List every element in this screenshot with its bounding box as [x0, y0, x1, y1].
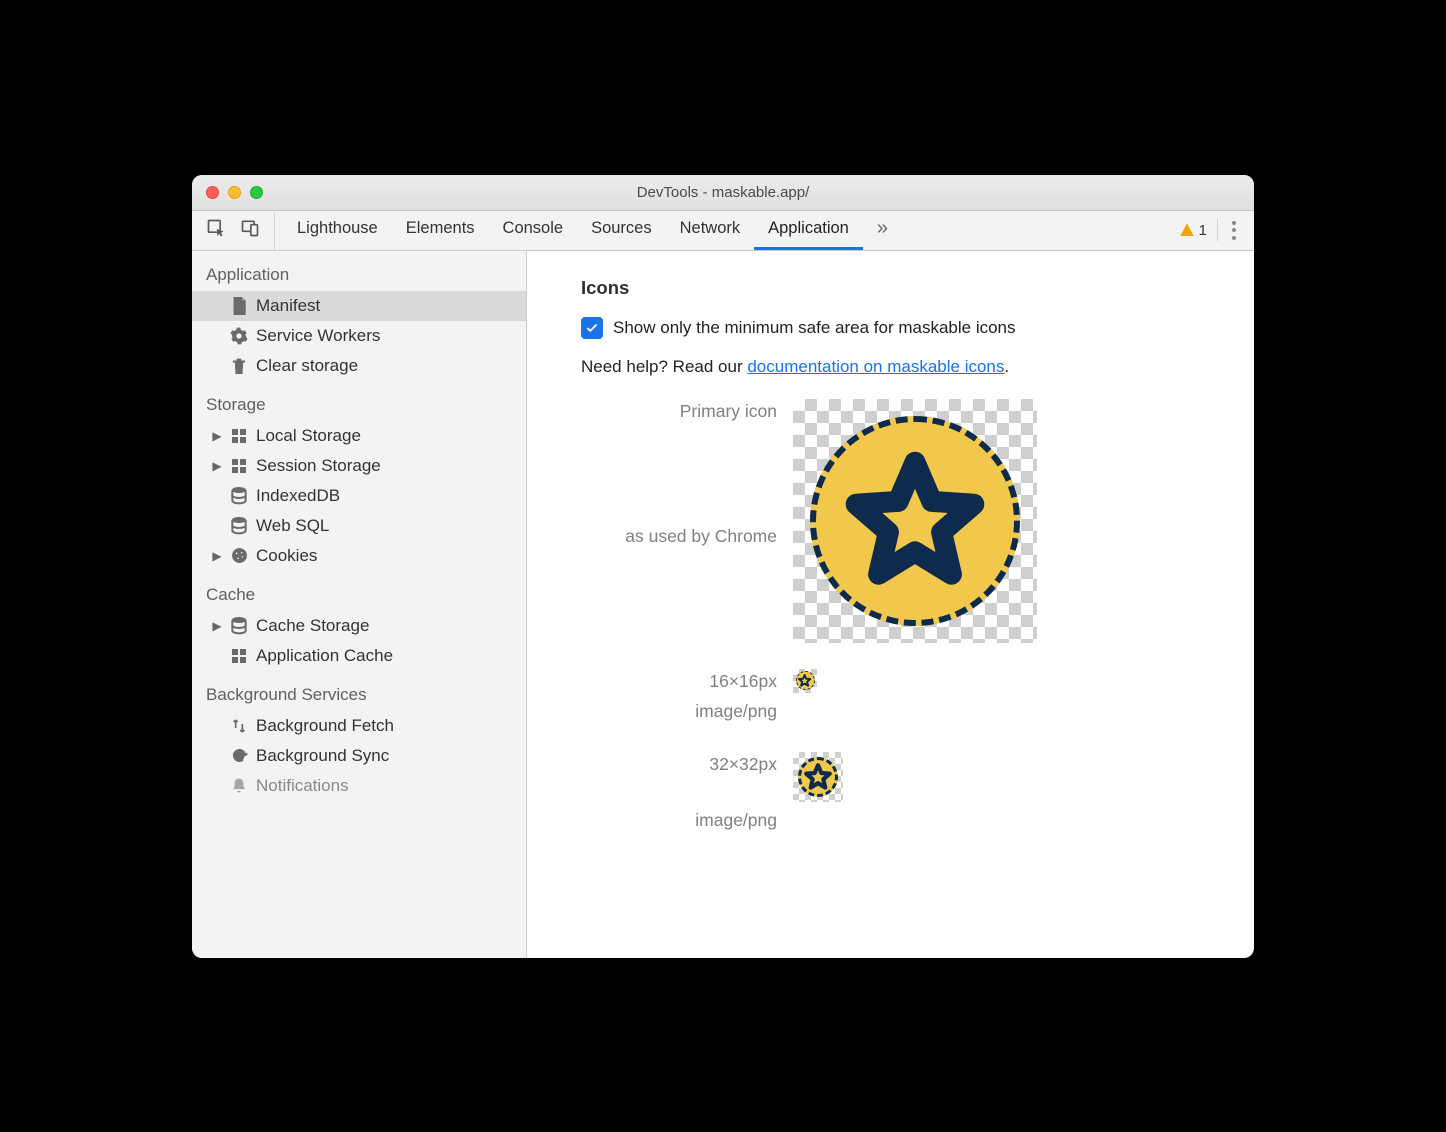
icon-mime-16: image/png	[581, 701, 777, 722]
warnings-badge[interactable]: 1	[1179, 222, 1207, 239]
cookie-icon	[230, 547, 248, 565]
sidebar-item-local-storage[interactable]: ▶ Local Storage	[192, 421, 526, 451]
sidebar-item-indexeddb[interactable]: ▶ IndexedDB	[192, 481, 526, 511]
gear-icon	[230, 327, 248, 345]
section-cache: Cache	[192, 571, 526, 611]
sidebar-item-cache-storage[interactable]: ▶ Cache Storage	[192, 611, 526, 641]
sidebar-item-cookies[interactable]: ▶ Cookies	[192, 541, 526, 571]
sidebar-item-background-sync[interactable]: ▶ Background Sync	[192, 741, 526, 771]
sidebar-item-clear-storage[interactable]: ▶ Clear storage	[192, 351, 526, 381]
tab-application[interactable]: Application	[754, 211, 863, 250]
grid-icon	[230, 647, 248, 665]
tab-lighthouse[interactable]: Lighthouse	[283, 211, 392, 250]
db-icon	[230, 487, 248, 505]
sidebar-item-manifest[interactable]: ▶ Manifest	[192, 291, 526, 321]
sidebar-item-label: Web SQL	[256, 516, 329, 536]
sidebar-item-session-storage[interactable]: ▶ Session Storage	[192, 451, 526, 481]
minimize-window[interactable]	[228, 186, 241, 199]
sidebar-item-label: Local Storage	[256, 426, 361, 446]
safe-area-checkbox[interactable]	[581, 317, 603, 339]
star-icon	[798, 674, 811, 687]
window-title: DevTools - maskable.app/	[637, 184, 810, 201]
close-window[interactable]	[206, 186, 219, 199]
settings-menu-icon[interactable]	[1228, 221, 1240, 240]
caret-icon: ▶	[212, 429, 222, 443]
titlebar: DevTools - maskable.app/	[192, 175, 1254, 211]
device-toggle-icon[interactable]	[240, 218, 260, 243]
section-application: Application	[192, 251, 526, 291]
star-icon	[804, 763, 832, 791]
maximize-window[interactable]	[250, 186, 263, 199]
warnings-count: 1	[1199, 222, 1207, 239]
grid-icon	[230, 427, 248, 445]
db-icon	[230, 517, 248, 535]
trash-icon	[230, 357, 248, 375]
panel-tabs: Lighthouse Elements Console Sources Netw…	[275, 211, 1165, 250]
star-icon	[845, 451, 985, 591]
sidebar-item-background-fetch[interactable]: ▶ Background Fetch	[192, 711, 526, 741]
devtools-window: DevTools - maskable.app/ Lighthouse Elem…	[192, 175, 1254, 958]
inspect-icon[interactable]	[206, 218, 226, 243]
sidebar-item-label: Cache Storage	[256, 616, 369, 636]
tab-elements[interactable]: Elements	[392, 211, 489, 250]
grid-icon	[230, 457, 248, 475]
primary-icon-label-1: Primary icon	[581, 399, 777, 422]
sidebar-item-application-cache[interactable]: ▶ Application Cache	[192, 641, 526, 671]
caret-icon: ▶	[212, 459, 222, 473]
application-sidebar: Application ▶ Manifest ▶ Service Workers…	[192, 251, 527, 958]
primary-icon-preview	[793, 399, 1037, 643]
file-icon	[230, 297, 248, 315]
help-text: Need help? Read our documentation on mas…	[581, 357, 1254, 377]
more-tabs-icon[interactable]: »	[863, 211, 902, 250]
icon-preview-32	[793, 752, 843, 802]
tab-console[interactable]: Console	[489, 211, 578, 250]
icons-heading: Icons	[581, 277, 1254, 299]
sidebar-item-label: Cookies	[256, 546, 317, 566]
sidebar-item-label: Clear storage	[256, 356, 358, 376]
sidebar-item-label: Background Fetch	[256, 716, 394, 736]
sidebar-item-label: IndexedDB	[256, 486, 340, 506]
sidebar-item-label: Notifications	[256, 776, 349, 796]
icon-preview-16	[793, 669, 817, 693]
sidebar-item-service-workers[interactable]: ▶ Service Workers	[192, 321, 526, 351]
icon-mime-32: image/png	[581, 810, 777, 831]
sidebar-item-label: Manifest	[256, 296, 320, 316]
sidebar-item-websql[interactable]: ▶ Web SQL	[192, 511, 526, 541]
bell-icon	[230, 777, 248, 795]
window-controls	[206, 186, 263, 199]
safe-area-label: Show only the minimum safe area for mask…	[613, 318, 1016, 338]
manifest-panel: Icons Show only the minimum safe area fo…	[527, 251, 1254, 958]
db-icon	[230, 617, 248, 635]
sidebar-item-label: Session Storage	[256, 456, 381, 476]
primary-icon-label-2: as used by Chrome	[581, 526, 777, 547]
sidebar-item-label: Background Sync	[256, 746, 389, 766]
icon-size-32: 32×32px	[581, 752, 777, 775]
caret-icon: ▶	[212, 549, 222, 563]
separator	[1217, 219, 1218, 241]
docs-link[interactable]: documentation on maskable icons	[747, 357, 1004, 376]
caret-icon: ▶	[212, 619, 222, 633]
fetch-icon	[230, 717, 248, 735]
sidebar-item-label: Application Cache	[256, 646, 393, 666]
sync-icon	[230, 747, 248, 765]
sidebar-item-label: Service Workers	[256, 326, 380, 346]
main-toolbar: Lighthouse Elements Console Sources Netw…	[192, 211, 1254, 251]
section-storage: Storage	[192, 381, 526, 421]
sidebar-item-notifications[interactable]: ▶ Notifications	[192, 771, 526, 801]
tab-network[interactable]: Network	[666, 211, 755, 250]
section-background-services: Background Services	[192, 671, 526, 711]
icon-size-16: 16×16px	[581, 669, 777, 692]
tab-sources[interactable]: Sources	[577, 211, 666, 250]
